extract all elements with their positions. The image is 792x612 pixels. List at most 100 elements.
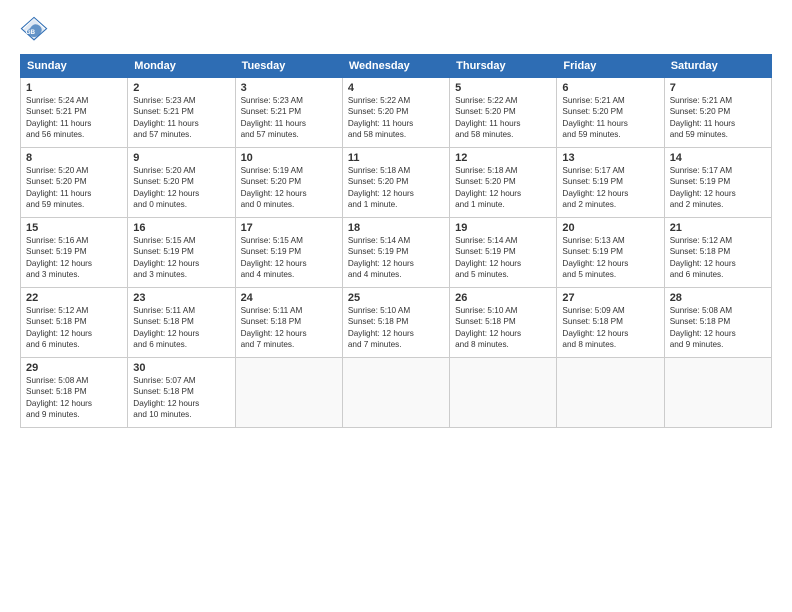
calendar-day-cell: 17Sunrise: 5:15 AM Sunset: 5:19 PM Dayli… [235,218,342,288]
day-of-week-header: Monday [128,55,235,78]
calendar-day-cell: 29Sunrise: 5:08 AM Sunset: 5:18 PM Dayli… [21,358,128,428]
day-info: Sunrise: 5:13 AM Sunset: 5:19 PM Dayligh… [562,235,658,281]
calendar-day-cell: 16Sunrise: 5:15 AM Sunset: 5:19 PM Dayli… [128,218,235,288]
calendar-day-cell: 7Sunrise: 5:21 AM Sunset: 5:20 PM Daylig… [664,78,771,148]
calendar-header-row: SundayMondayTuesdayWednesdayThursdayFrid… [21,55,772,78]
day-number: 13 [562,152,658,164]
day-number: 21 [670,222,766,234]
day-number: 23 [133,292,229,304]
calendar-day-cell: 10Sunrise: 5:19 AM Sunset: 5:20 PM Dayli… [235,148,342,218]
day-number: 16 [133,222,229,234]
calendar-day-cell: 13Sunrise: 5:17 AM Sunset: 5:19 PM Dayli… [557,148,664,218]
calendar-day-cell: 11Sunrise: 5:18 AM Sunset: 5:20 PM Dayli… [342,148,449,218]
day-number: 4 [348,82,444,94]
day-number: 1 [26,82,122,94]
day-info: Sunrise: 5:16 AM Sunset: 5:19 PM Dayligh… [26,235,122,281]
day-info: Sunrise: 5:18 AM Sunset: 5:20 PM Dayligh… [348,165,444,211]
day-number: 15 [26,222,122,234]
day-number: 14 [670,152,766,164]
day-number: 9 [133,152,229,164]
day-of-week-header: Saturday [664,55,771,78]
day-info: Sunrise: 5:21 AM Sunset: 5:20 PM Dayligh… [670,95,766,141]
day-of-week-header: Sunday [21,55,128,78]
day-number: 12 [455,152,551,164]
day-info: Sunrise: 5:14 AM Sunset: 5:19 PM Dayligh… [348,235,444,281]
day-of-week-header: Wednesday [342,55,449,78]
calendar-day-cell: 24Sunrise: 5:11 AM Sunset: 5:18 PM Dayli… [235,288,342,358]
day-info: Sunrise: 5:17 AM Sunset: 5:19 PM Dayligh… [562,165,658,211]
day-number: 8 [26,152,122,164]
day-number: 24 [241,292,337,304]
calendar-day-cell: 25Sunrise: 5:10 AM Sunset: 5:18 PM Dayli… [342,288,449,358]
calendar-day-cell: 30Sunrise: 5:07 AM Sunset: 5:18 PM Dayli… [128,358,235,428]
day-info: Sunrise: 5:07 AM Sunset: 5:18 PM Dayligh… [133,375,229,421]
calendar-day-cell: 8Sunrise: 5:20 AM Sunset: 5:20 PM Daylig… [21,148,128,218]
calendar-day-cell [235,358,342,428]
calendar-day-cell: 18Sunrise: 5:14 AM Sunset: 5:19 PM Dayli… [342,218,449,288]
calendar-week-row: 1Sunrise: 5:24 AM Sunset: 5:21 PM Daylig… [21,78,772,148]
day-number: 5 [455,82,551,94]
calendar-day-cell: 22Sunrise: 5:12 AM Sunset: 5:18 PM Dayli… [21,288,128,358]
calendar-week-row: 29Sunrise: 5:08 AM Sunset: 5:18 PM Dayli… [21,358,772,428]
day-info: Sunrise: 5:08 AM Sunset: 5:18 PM Dayligh… [26,375,122,421]
day-number: 2 [133,82,229,94]
calendar-day-cell: 2Sunrise: 5:23 AM Sunset: 5:21 PM Daylig… [128,78,235,148]
day-number: 6 [562,82,658,94]
day-info: Sunrise: 5:22 AM Sunset: 5:20 PM Dayligh… [348,95,444,141]
calendar-day-cell: 23Sunrise: 5:11 AM Sunset: 5:18 PM Dayli… [128,288,235,358]
day-number: 7 [670,82,766,94]
logo-icon: GB [20,16,48,44]
day-info: Sunrise: 5:09 AM Sunset: 5:18 PM Dayligh… [562,305,658,351]
calendar-day-cell: 3Sunrise: 5:23 AM Sunset: 5:21 PM Daylig… [235,78,342,148]
day-number: 11 [348,152,444,164]
day-info: Sunrise: 5:10 AM Sunset: 5:18 PM Dayligh… [455,305,551,351]
calendar-day-cell: 4Sunrise: 5:22 AM Sunset: 5:20 PM Daylig… [342,78,449,148]
day-of-week-header: Tuesday [235,55,342,78]
day-number: 27 [562,292,658,304]
day-info: Sunrise: 5:21 AM Sunset: 5:20 PM Dayligh… [562,95,658,141]
calendar-week-row: 15Sunrise: 5:16 AM Sunset: 5:19 PM Dayli… [21,218,772,288]
calendar-day-cell: 12Sunrise: 5:18 AM Sunset: 5:20 PM Dayli… [450,148,557,218]
day-of-week-header: Friday [557,55,664,78]
day-number: 3 [241,82,337,94]
day-number: 20 [562,222,658,234]
page: GB SundayMondayTuesdayWednesdayThursdayF… [0,0,792,612]
day-info: Sunrise: 5:20 AM Sunset: 5:20 PM Dayligh… [133,165,229,211]
calendar-day-cell: 15Sunrise: 5:16 AM Sunset: 5:19 PM Dayli… [21,218,128,288]
day-info: Sunrise: 5:18 AM Sunset: 5:20 PM Dayligh… [455,165,551,211]
day-info: Sunrise: 5:19 AM Sunset: 5:20 PM Dayligh… [241,165,337,211]
day-info: Sunrise: 5:14 AM Sunset: 5:19 PM Dayligh… [455,235,551,281]
day-info: Sunrise: 5:17 AM Sunset: 5:19 PM Dayligh… [670,165,766,211]
day-number: 18 [348,222,444,234]
day-info: Sunrise: 5:11 AM Sunset: 5:18 PM Dayligh… [133,305,229,351]
calendar-week-row: 8Sunrise: 5:20 AM Sunset: 5:20 PM Daylig… [21,148,772,218]
day-info: Sunrise: 5:15 AM Sunset: 5:19 PM Dayligh… [241,235,337,281]
day-number: 30 [133,362,229,374]
calendar-day-cell: 1Sunrise: 5:24 AM Sunset: 5:21 PM Daylig… [21,78,128,148]
day-number: 10 [241,152,337,164]
day-number: 19 [455,222,551,234]
day-info: Sunrise: 5:11 AM Sunset: 5:18 PM Dayligh… [241,305,337,351]
calendar-day-cell [342,358,449,428]
calendar-day-cell: 14Sunrise: 5:17 AM Sunset: 5:19 PM Dayli… [664,148,771,218]
day-number: 25 [348,292,444,304]
day-info: Sunrise: 5:08 AM Sunset: 5:18 PM Dayligh… [670,305,766,351]
day-number: 22 [26,292,122,304]
calendar-day-cell: 9Sunrise: 5:20 AM Sunset: 5:20 PM Daylig… [128,148,235,218]
day-number: 28 [670,292,766,304]
day-info: Sunrise: 5:15 AM Sunset: 5:19 PM Dayligh… [133,235,229,281]
calendar-day-cell: 5Sunrise: 5:22 AM Sunset: 5:20 PM Daylig… [450,78,557,148]
calendar-day-cell: 20Sunrise: 5:13 AM Sunset: 5:19 PM Dayli… [557,218,664,288]
day-info: Sunrise: 5:12 AM Sunset: 5:18 PM Dayligh… [26,305,122,351]
calendar-day-cell [664,358,771,428]
calendar-day-cell: 26Sunrise: 5:10 AM Sunset: 5:18 PM Dayli… [450,288,557,358]
day-info: Sunrise: 5:12 AM Sunset: 5:18 PM Dayligh… [670,235,766,281]
calendar-day-cell: 6Sunrise: 5:21 AM Sunset: 5:20 PM Daylig… [557,78,664,148]
calendar-day-cell: 28Sunrise: 5:08 AM Sunset: 5:18 PM Dayli… [664,288,771,358]
day-info: Sunrise: 5:23 AM Sunset: 5:21 PM Dayligh… [241,95,337,141]
logo: GB [20,16,52,44]
day-info: Sunrise: 5:20 AM Sunset: 5:20 PM Dayligh… [26,165,122,211]
calendar-day-cell [450,358,557,428]
svg-text:GB: GB [26,29,36,36]
day-number: 29 [26,362,122,374]
